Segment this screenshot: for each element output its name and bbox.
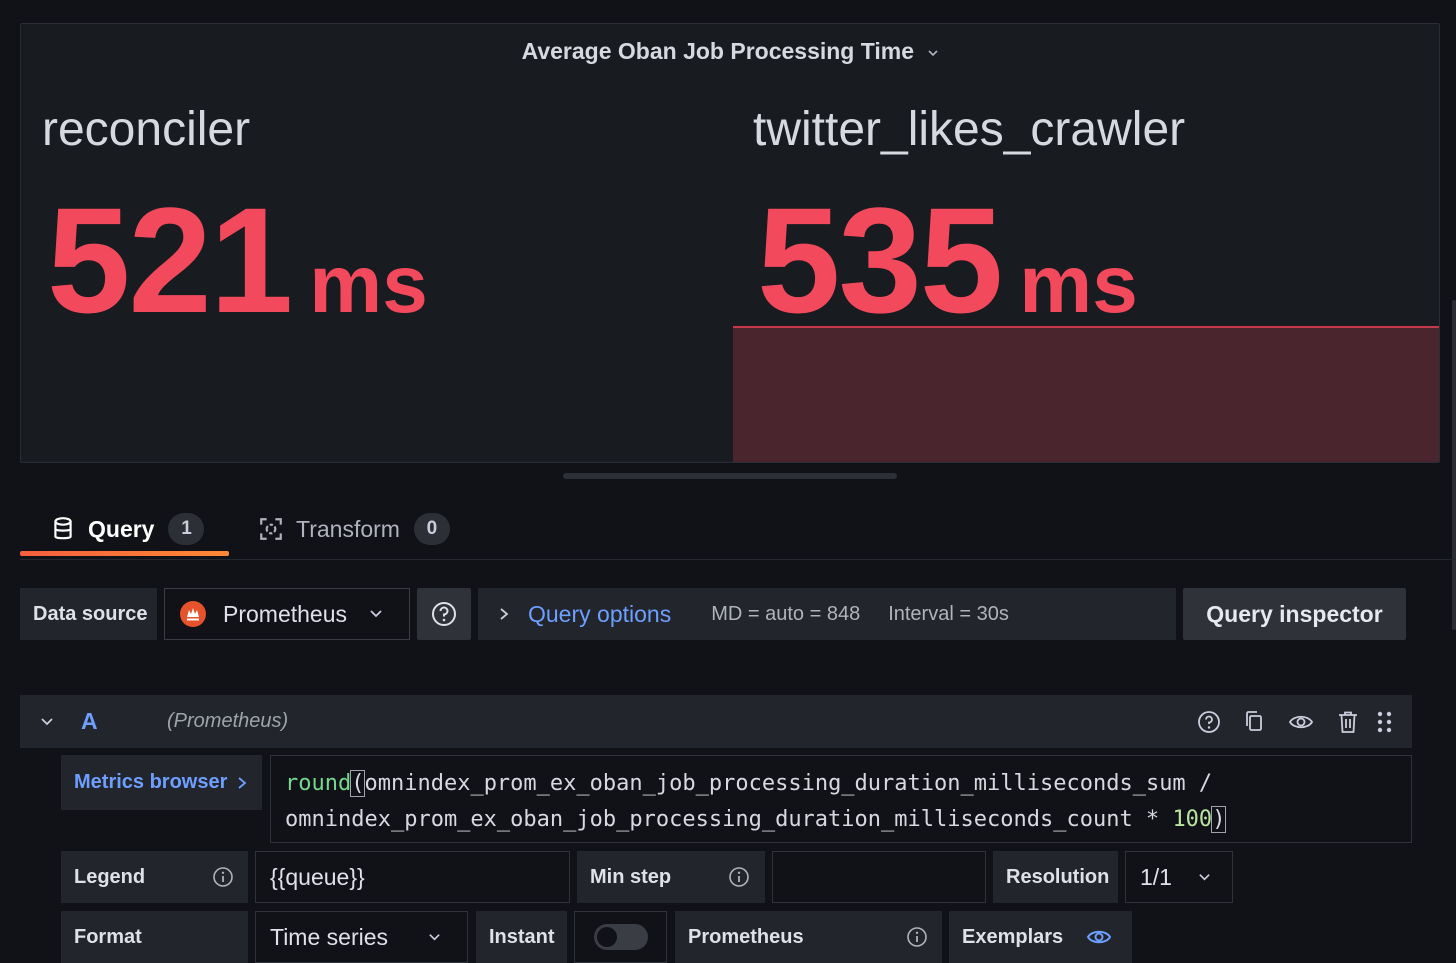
instant-label: Instant: [476, 911, 567, 963]
query-options-bar[interactable]: Query options MD = auto = 848 Interval =…: [478, 588, 1176, 640]
min-step-label: Min step: [577, 851, 765, 903]
tab-query[interactable]: Query 1: [50, 500, 205, 558]
transform-icon: [260, 518, 282, 540]
stat-panel: Average Oban Job Processing Time reconci…: [20, 23, 1440, 463]
toggle-track: [593, 924, 648, 950]
expression-metric-count: omnindex_prom_ex_oban_job_processing_dur…: [285, 807, 1173, 832]
stat-unit: ms: [309, 239, 428, 330]
stat-name-twitter-likes-crawler: twitter_likes_crawler: [753, 103, 1186, 156]
format-value: Time series: [270, 923, 388, 950]
panel-title[interactable]: Average Oban Job Processing Time: [21, 38, 1439, 65]
expression-line-2: omnindex_prom_ex_oban_job_processing_dur…: [285, 806, 1227, 833]
expression-number: 100: [1172, 807, 1213, 832]
query-row-header: A (Prometheus): [20, 695, 1412, 748]
tab-query-label: Query: [88, 515, 155, 542]
format-label: Format: [61, 911, 248, 963]
drag-handle-icon[interactable]: [1372, 709, 1398, 735]
datasource-picker[interactable]: Prometheus: [164, 588, 410, 640]
info-icon[interactable]: [212, 866, 234, 888]
chevron-down-icon: [429, 933, 440, 941]
prometheus-type-label-text: Prometheus: [688, 925, 804, 948]
eye-icon[interactable]: [1086, 924, 1112, 950]
help-icon[interactable]: [1196, 709, 1222, 735]
max-data-points: MD = auto = 848: [711, 602, 861, 625]
query-inspector-button[interactable]: Query inspector: [1183, 588, 1406, 640]
exemplars-label-text: Exemplars: [962, 925, 1064, 948]
stat-value-twitter-likes-crawler: 535 ms: [757, 174, 1138, 347]
stat-number: 535: [757, 176, 1003, 344]
resolution-select[interactable]: 1/1: [1125, 851, 1233, 903]
min-step-input[interactable]: [772, 851, 986, 903]
help-button[interactable]: [417, 588, 471, 640]
chevron-right-icon: [238, 776, 247, 789]
metrics-browser-label: Metrics browser: [74, 771, 228, 793]
collapse-chevron-icon[interactable]: [40, 716, 54, 728]
trash-icon[interactable]: [1335, 709, 1361, 735]
info-icon[interactable]: [906, 926, 928, 948]
tab-transform-label: Transform: [296, 515, 400, 542]
prometheus-type-label: Prometheus: [675, 911, 942, 963]
expression-function: round: [285, 771, 352, 796]
datasource-label: Data source: [20, 588, 157, 640]
expression-line-1: round(omnindex_prom_ex_oban_job_processi…: [285, 770, 1213, 797]
scrollbar[interactable]: [1452, 300, 1456, 630]
legend-input[interactable]: {{queue}}: [255, 851, 570, 903]
prometheus-icon: [180, 601, 206, 627]
duplicate-icon[interactable]: [1242, 709, 1268, 735]
query-ref-id[interactable]: A: [81, 708, 98, 735]
exemplars-label: Exemplars: [949, 911, 1132, 963]
panel-title-text: Average Oban Job Processing Time: [521, 38, 915, 64]
active-tab-indicator: [20, 551, 229, 556]
legend-label: Legend: [61, 851, 248, 903]
stat-name-reconciler: reconciler: [42, 103, 251, 156]
resolution-label: Resolution: [993, 851, 1118, 903]
database-icon: [54, 517, 72, 540]
tab-transform-count: 0: [413, 513, 450, 545]
editor-tabs: Query 1 Transform 0: [20, 500, 1456, 560]
toggle-knob: [596, 927, 617, 947]
query-options-label: Query options: [528, 600, 672, 627]
eye-icon[interactable]: [1288, 709, 1314, 735]
chevron-down-icon: [370, 610, 382, 618]
expression-metric-sum: omnindex_prom_ex_oban_job_processing_dur…: [364, 771, 1213, 796]
info-icon[interactable]: [728, 866, 750, 888]
pane-splitter[interactable]: [563, 473, 897, 479]
stat-number: 521: [47, 176, 293, 344]
query-datasource-name: (Prometheus): [167, 710, 289, 732]
query-expression-editor[interactable]: round(omnindex_prom_ex_oban_job_processi…: [270, 755, 1412, 843]
format-select[interactable]: Time series: [255, 911, 468, 963]
interval-value: Interval = 30s: [888, 602, 1009, 625]
tab-query-count: 1: [168, 513, 205, 545]
min-step-label-text: Min step: [590, 865, 672, 888]
resolution-value: 1/1: [1140, 863, 1172, 890]
question-circle-icon: [432, 602, 456, 626]
tab-transform[interactable]: Transform 0: [258, 500, 450, 558]
instant-toggle[interactable]: [574, 911, 667, 963]
stat-value-reconciler: 521 ms: [47, 174, 428, 347]
datasource-value: Prometheus: [223, 600, 348, 627]
stat-unit: ms: [1019, 239, 1138, 330]
metrics-browser-button[interactable]: Metrics browser: [61, 755, 262, 810]
chevron-right-icon: [500, 608, 509, 620]
chevron-down-icon: [1199, 873, 1210, 881]
legend-label-text: Legend: [74, 865, 146, 888]
chevron-down-icon: [928, 50, 938, 57]
